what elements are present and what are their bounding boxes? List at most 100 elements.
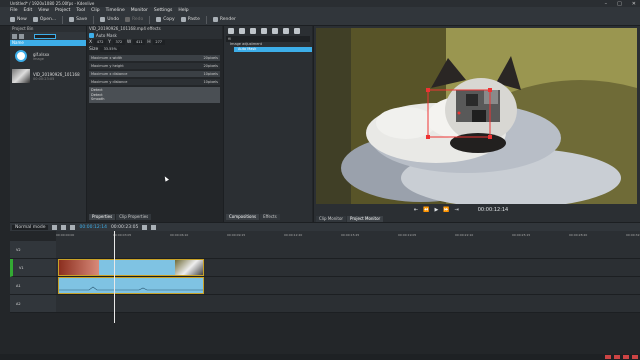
open-button[interactable]: Open... [32, 17, 56, 22]
y-field[interactable]: 372 [112, 40, 125, 45]
menu-bar: File Edit View Project Tool Clip Timelin… [0, 7, 640, 14]
new-button[interactable]: New [10, 17, 27, 22]
undo-button[interactable]: Undo [100, 17, 119, 22]
render-button[interactable]: Render [212, 17, 236, 22]
list-item[interactable]: Smooth [91, 97, 218, 102]
max-y-distance-slider[interactable]: Maximum y distance 10pixels [89, 79, 220, 85]
title-bar: Untitled* / 1920x1080 25.00fps - Kdenliv… [0, 0, 640, 7]
razor-tool-icon[interactable] [61, 224, 67, 230]
status-indicator-icon[interactable] [623, 355, 629, 359]
add-marker-icon[interactable] [151, 224, 157, 230]
bin-search-input[interactable] [34, 33, 56, 39]
track-name: V1 [19, 265, 24, 270]
video-preview[interactable] [316, 28, 637, 204]
favorites-icon[interactable] [283, 28, 289, 34]
tab-compositions[interactable]: Compositions [226, 214, 260, 220]
ruler-tick-label: 00:00:25:15 [512, 233, 531, 237]
size-field[interactable]: 33.55% [100, 47, 121, 52]
menu-project[interactable]: Project [55, 8, 70, 13]
ruler-tick-label: 00:00:09:15 [227, 233, 246, 237]
tree-item-auto-mask[interactable]: Auto Mask [234, 47, 312, 52]
rewind-icon[interactable]: ⏪ [423, 207, 429, 213]
menu-view[interactable]: View [38, 8, 49, 13]
tab-properties[interactable]: Properties [89, 214, 116, 220]
track-header-a2[interactable]: A2 [10, 295, 56, 313]
track-name: A2 [16, 301, 21, 306]
forward-icon[interactable]: ⏩ [443, 207, 449, 213]
track-lane-v1[interactable] [56, 259, 640, 277]
track-header-a1[interactable]: A1 [10, 277, 56, 295]
add-clip-icon[interactable] [19, 33, 24, 39]
effect-name: Auto Mask [96, 33, 117, 38]
spacer-tool-icon[interactable] [70, 224, 76, 230]
h-field[interactable]: 277 [152, 40, 165, 45]
info-icon[interactable] [294, 28, 300, 34]
track-lane-a1[interactable] [56, 277, 640, 295]
menu-file[interactable]: File [10, 8, 18, 13]
menu-settings[interactable]: Settings [154, 8, 172, 13]
size-label: Size [89, 47, 99, 52]
effect-header[interactable]: Auto Mask [87, 32, 222, 39]
monitor-controls: ⇤ ⏪ ▶ ⏩ ⇥ 00:00:12:14 [314, 206, 640, 214]
mode-list[interactable]: Detect Detect Smooth [89, 87, 220, 103]
max-x-distance-slider[interactable]: Maximum x distance 10pixels [89, 71, 220, 77]
timeline-playhead[interactable] [114, 231, 115, 323]
status-indicator-icon[interactable] [605, 355, 611, 359]
max-x-width-slider[interactable]: Maximum x width 20pixels [89, 55, 220, 61]
custom-effects-icon[interactable] [272, 28, 278, 34]
track-lane-v2[interactable] [56, 241, 640, 259]
track-header-v1[interactable]: V1 [10, 259, 56, 277]
w-field[interactable]: 411 [133, 40, 146, 45]
slider-value: 10pixels [203, 80, 218, 84]
edit-mode-dropdown[interactable]: Normal mode [12, 224, 49, 230]
tab-clip-properties[interactable]: Clip Properties [116, 214, 152, 220]
menu-monitor[interactable]: Monitor [131, 8, 148, 13]
zone-out-icon[interactable]: ⇥ [455, 207, 459, 213]
ruler-tick-label: 00:00:03:05 [113, 233, 132, 237]
tab-effects[interactable]: Effects [260, 214, 280, 220]
list-item[interactable]: gif.xlsxx image [10, 46, 86, 66]
timeline-ruler[interactable]: 00:00:00:00 00:00:03:05 00:00:06:10 00:00:0… [56, 231, 640, 241]
timeline-timecode[interactable]: 00:00:12:14 [79, 225, 106, 230]
ruler-tick-label: 00:00:22:10 [455, 233, 474, 237]
list-item[interactable]: VID_20190926_101168 00:00:23:05 [10, 66, 86, 86]
clip-name: gif.xlsxx [33, 51, 50, 57]
ruler-tick-label: 00:00:00:00 [56, 233, 75, 237]
max-y-height-slider[interactable]: Maximum y height 20pixels [89, 63, 220, 69]
menu-timeline[interactable]: Timeline [106, 8, 125, 13]
zone-in-icon[interactable]: ⇤ [414, 207, 418, 213]
clip-thumbnail [12, 69, 30, 83]
new-icon [10, 17, 15, 22]
effect-enabled-checkbox[interactable] [89, 33, 94, 38]
effect-stack-panel: VID_20190926_101168.mp4 effects Auto Mas… [86, 26, 222, 222]
redo-button[interactable]: Redo [124, 17, 143, 22]
status-indicator-icon[interactable] [614, 355, 620, 359]
slider-label: Maximum y height [91, 64, 124, 68]
audio-effects-icon[interactable] [261, 28, 267, 34]
monitor-timecode[interactable]: 00:00:12:14 [478, 207, 509, 213]
x-field[interactable]: 472 [94, 40, 107, 45]
list-icon[interactable] [239, 28, 245, 34]
project-bin: Project Bin Name gif.xlsxx image VID_2019… [10, 26, 86, 222]
track-header-v2[interactable]: V2 [10, 241, 56, 259]
paste-button[interactable]: Paste [180, 17, 200, 22]
menu-tool[interactable]: Tool [76, 8, 85, 13]
save-button[interactable]: Save [69, 17, 87, 22]
audio-clip[interactable] [58, 277, 204, 294]
favorite-icon[interactable] [142, 224, 148, 230]
menu-clip[interactable]: Clip [91, 8, 100, 13]
menu-help[interactable]: Help [178, 8, 188, 13]
selection-tool-icon[interactable] [52, 224, 58, 230]
slider-value: 20pixels [203, 56, 218, 60]
video-effects-icon[interactable] [250, 28, 256, 34]
play-icon[interactable]: ▶ [434, 207, 438, 213]
copy-button[interactable]: Copy [156, 17, 175, 22]
status-bar [0, 354, 640, 360]
status-indicator-icon[interactable] [632, 355, 638, 359]
search-icon[interactable] [228, 28, 234, 34]
track-lane-a2[interactable] [56, 295, 640, 313]
menu-icon[interactable] [12, 33, 17, 39]
video-clip[interactable] [58, 259, 204, 276]
menu-edit[interactable]: Edit [24, 8, 33, 13]
effects-toolbar [224, 26, 312, 36]
